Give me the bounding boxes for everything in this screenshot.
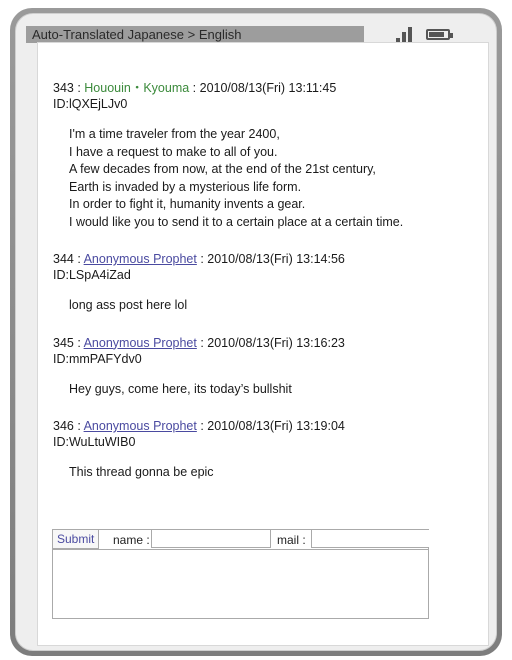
submit-button[interactable]: Submit: [53, 530, 100, 549]
mail-label: mail :: [277, 533, 306, 547]
name-field[interactable]: [151, 530, 271, 548]
post-number: 345: [53, 335, 74, 350]
post-id: ID:lQXEjLJv0: [53, 97, 128, 111]
post-date: 2010/08/13(Fri) 13:11:45: [199, 81, 337, 95]
status-bar-title: Auto-Translated Japanese > English: [26, 26, 364, 43]
comment-textarea[interactable]: [53, 549, 428, 618]
post-body: I'm a time traveler from the year 2400, …: [69, 126, 453, 231]
post-344: 344 : Anonymous Prophet : 2010/08/13(Fri…: [53, 251, 453, 315]
author-name[interactable]: Anonymous Prophet: [84, 336, 197, 350]
post-body: long ass post here lol: [69, 297, 453, 315]
post-345: 345 : Anonymous Prophet : 2010/08/13(Fri…: [53, 335, 453, 399]
author-name[interactable]: Anonymous Prophet: [84, 252, 197, 266]
post-header: 345 : Anonymous Prophet : 2010/08/13(Fri…: [53, 335, 345, 350]
post-body: Hey guys, come here, its today’s bullshi…: [69, 381, 453, 399]
post-line: Earth is invaded by a mysterious life fo…: [69, 179, 302, 194]
author-name[interactable]: Hououin・Kyouma: [84, 81, 189, 95]
tablet-bezel: Auto-Translated Japanese > English 343 :…: [15, 13, 497, 651]
post-line: I have a request to make to all of you.: [69, 144, 278, 159]
post-header: 344 : Anonymous Prophet : 2010/08/13(Fri…: [53, 252, 345, 266]
post-343: 343 : Hououin・Kyouma : 2010/08/13(Fri) 1…: [53, 80, 453, 231]
battery-icon: [426, 29, 453, 40]
post-header: 343 : Hououin・Kyouma : 2010/08/13(Fri) 1…: [53, 81, 337, 95]
post-number: 344: [53, 252, 74, 266]
author-name[interactable]: Anonymous Prophet: [84, 419, 197, 433]
post-body: This thread gonna be epic: [69, 464, 453, 482]
post-line: I would like you to send it to a certain…: [69, 214, 404, 229]
post-date: 2010/08/13(Fri) 13:19:04: [207, 419, 345, 433]
post-line: In order to fight it, humanity invents a…: [69, 197, 306, 211]
post-id: ID:WuLtuWIB0: [53, 435, 136, 449]
mail-field[interactable]: [311, 530, 429, 548]
post-id: ID:mmPAFYdv0: [53, 351, 142, 366]
tablet-frame: Auto-Translated Japanese > English 343 :…: [10, 8, 502, 656]
post-date: 2010/08/13(Fri) 13:16:23: [207, 335, 345, 350]
post-line: long ass post here lol: [69, 298, 188, 312]
post-id: ID:LSpA4iZad: [53, 268, 131, 282]
post-line: Hey guys, come here, its today’s bullshi…: [69, 381, 292, 396]
post-number: 343: [53, 81, 74, 95]
post-header: 346 : Anonymous Prophet : 2010/08/13(Fri…: [53, 419, 345, 433]
post-number: 346: [53, 419, 74, 433]
post-list: 343 : Hououin・Kyouma : 2010/08/13(Fri) 1…: [53, 80, 453, 482]
post-line: A few decades from now, at the end of th…: [69, 162, 376, 176]
post-line: This thread gonna be epic: [69, 465, 214, 479]
post-date: 2010/08/13(Fri) 13:14:56: [207, 252, 345, 266]
post-346: 346 : Anonymous Prophet : 2010/08/13(Fri…: [53, 418, 453, 482]
post-line: I'm a time traveler from the year 2400,: [69, 127, 280, 141]
reply-form: Submit name : mail :: [52, 529, 429, 619]
name-label: name :: [113, 533, 150, 547]
